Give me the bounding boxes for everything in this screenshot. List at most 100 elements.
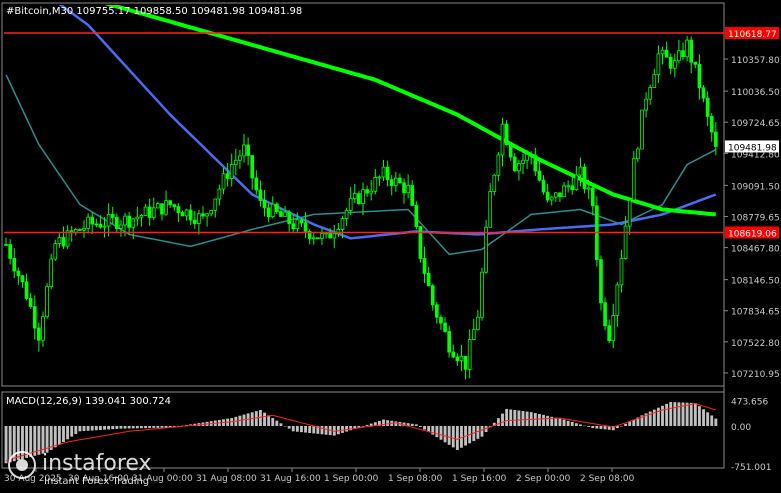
- candle-body: [685, 39, 689, 58]
- macd-histogram-bar: [140, 425, 143, 429]
- candle-body: [553, 192, 558, 198]
- macd-histogram-bar: [57, 425, 61, 445]
- candle-body: [90, 216, 95, 225]
- candle-body: [574, 174, 579, 191]
- candle-body: [213, 198, 218, 211]
- candle-body: [164, 200, 168, 215]
- candle-body: [192, 219, 197, 224]
- candle-body: [147, 206, 152, 218]
- macd-histogram-bar: [365, 424, 369, 426]
- macd-histogram-bar: [451, 425, 455, 448]
- candle-body: [180, 212, 185, 217]
- macd-histogram-bar: [501, 413, 504, 426]
- candle-body: [86, 216, 90, 229]
- macd-histogram-bar: [254, 411, 258, 426]
- candle-body: [16, 270, 21, 277]
- candle-body: [611, 315, 616, 342]
- candle-body: [648, 87, 653, 100]
- candle-body: [459, 355, 464, 362]
- macd-histogram-bar: [300, 425, 303, 433]
- candle-body: [714, 131, 718, 147]
- macd-histogram-bar: [279, 423, 283, 426]
- macd-histogram-bar: [661, 405, 664, 426]
- candle-body: [623, 225, 628, 259]
- candle-body: [348, 197, 353, 211]
- candle-body: [578, 166, 583, 176]
- candle-body: [418, 226, 423, 259]
- candle-body: [603, 302, 607, 327]
- macd-histogram-bar: [258, 409, 262, 426]
- candle-body: [98, 223, 103, 228]
- macd-histogram-bar: [156, 425, 160, 428]
- macd-histogram-bar: [517, 410, 521, 426]
- macd-histogram-bar: [558, 418, 562, 426]
- candle-body: [414, 204, 419, 227]
- trading-chart[interactable]: 473.656 0.00 -751.001 110357.80 110036.50 10…: [0, 0, 781, 489]
- macd-histogram-bar: [29, 425, 33, 457]
- macd-histogram-bar: [693, 403, 697, 426]
- candle-body: [78, 229, 82, 231]
- candle-body: [344, 210, 349, 219]
- macd-histogram-bar: [480, 425, 484, 437]
- candle-body: [599, 259, 603, 304]
- candle-body: [57, 237, 62, 245]
- candle-body: [562, 185, 566, 198]
- candle-body: [119, 224, 123, 229]
- candle-body: [110, 214, 115, 218]
- candle-body: [114, 217, 119, 229]
- candle-body: [492, 174, 497, 193]
- candle-body: [361, 189, 365, 204]
- macd-histogram-bar: [595, 425, 599, 429]
- macd-tick-label: -751.001: [731, 463, 771, 473]
- macd-histogram-bar: [620, 425, 623, 427]
- macd-histogram-bar: [271, 417, 275, 426]
- candle-body: [184, 209, 189, 217]
- candle-body: [188, 209, 193, 221]
- candle-body: [393, 177, 398, 186]
- candle-body: [131, 218, 136, 228]
- candle-body: [476, 316, 480, 331]
- macd-histogram-bar: [291, 425, 295, 432]
- candle-body: [689, 39, 694, 63]
- macd-histogram-bar: [107, 425, 111, 430]
- candle-body: [94, 223, 99, 226]
- candle-body: [238, 155, 242, 161]
- candle-body: [254, 177, 259, 191]
- candle-body: [32, 306, 37, 329]
- candle-body: [20, 275, 25, 283]
- macd-histogram-bar: [386, 420, 390, 426]
- price-tick-label: 108146.50: [731, 277, 780, 287]
- candle-body: [287, 211, 291, 225]
- candle-body: [41, 316, 45, 341]
- candle-body: [250, 155, 255, 179]
- candle-body: [143, 206, 148, 216]
- price-tick-label: 107834.65: [731, 308, 780, 318]
- candle-body: [365, 189, 369, 194]
- macd-histogram-bar: [21, 425, 24, 460]
- macd-histogram-bar: [361, 425, 365, 427]
- macd-histogram-bar: [66, 425, 70, 440]
- candle-body: [627, 199, 632, 227]
- candle-body: [106, 214, 111, 227]
- candle-body: [328, 232, 333, 239]
- candle-body: [176, 206, 181, 213]
- macd-histogram-bar: [624, 423, 628, 426]
- candle-body: [443, 322, 447, 332]
- macd-histogram-bar: [82, 425, 86, 432]
- candle-body: [541, 179, 546, 193]
- candle-body: [8, 244, 12, 259]
- candle-body: [4, 243, 8, 246]
- chart-canvas[interactable]: 473.656 0.00 -751.001 110357.80 110036.50 10…: [0, 0, 781, 489]
- candle-body: [566, 185, 570, 188]
- candle-body: [529, 153, 534, 156]
- macd-histogram-bar: [62, 425, 65, 442]
- candle-body: [644, 98, 648, 111]
- price-tick-label: 107210.95: [731, 370, 780, 380]
- macd-histogram-bar: [542, 414, 545, 426]
- time-tick-label: 2 Sep 00:00: [516, 474, 571, 484]
- macd-tick-label: 473.656: [731, 398, 768, 408]
- macd-histogram-bar: [673, 402, 677, 426]
- macd-histogram-bar: [443, 425, 447, 443]
- candle-body: [352, 193, 357, 199]
- candle-body: [340, 218, 345, 230]
